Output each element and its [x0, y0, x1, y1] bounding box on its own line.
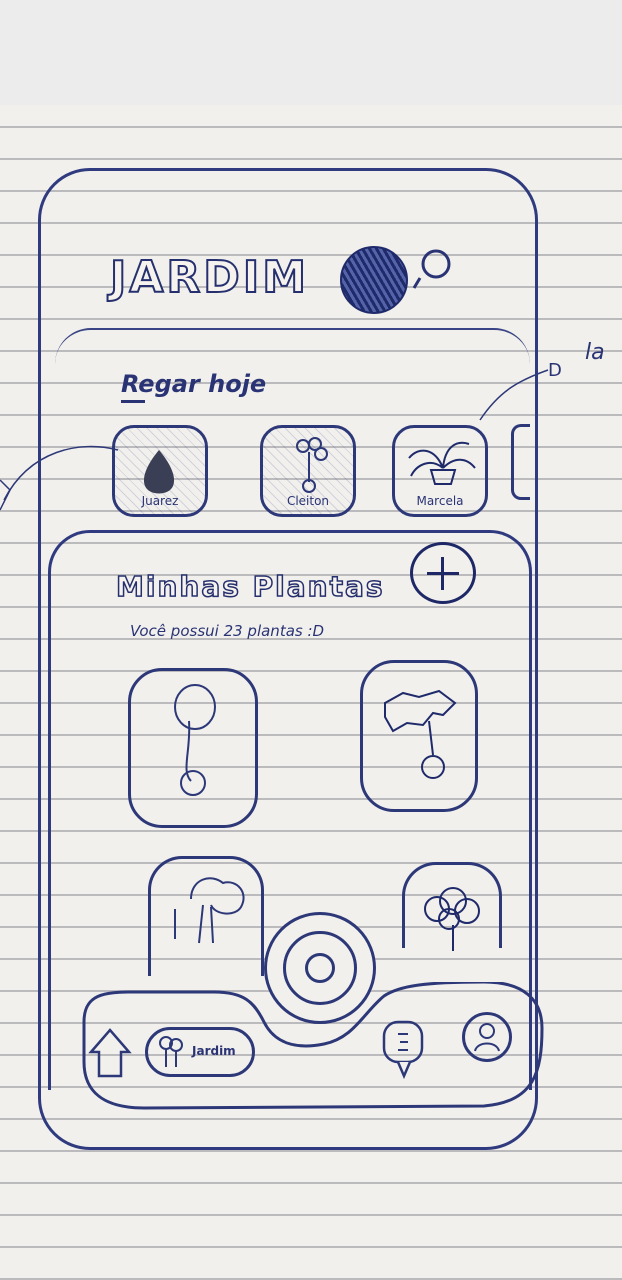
round-tree-icon: [424, 887, 480, 951]
favorite-plant-juarez[interactable]: Juarez: [112, 425, 208, 517]
add-plant-button[interactable]: [410, 542, 476, 604]
favorite-plant-marcela[interactable]: Marcela: [392, 425, 488, 517]
camera-scan-button[interactable]: [264, 912, 376, 1024]
tab-jardim-label: Jardim: [192, 1044, 236, 1058]
water-today-section: Regar hoje Juarez Cleiton Marcela: [55, 328, 530, 540]
annotation-letter: D: [548, 360, 562, 381]
plant-card[interactable]: [128, 668, 258, 828]
chat-icon[interactable]: [380, 1016, 426, 1080]
app-title: JARDIM: [109, 251, 309, 304]
favorite-label: Cleiton: [286, 494, 330, 508]
header: JARDIM: [68, 246, 488, 316]
tab-profile[interactable]: [462, 1012, 512, 1062]
my-plants-title: Minhas Plantas: [115, 569, 385, 604]
garden-icon: [159, 1036, 183, 1067]
plant-sketch-icon: [384, 689, 457, 779]
bonsai-icon: [174, 877, 245, 944]
water-today-heading: Regar hoje: [121, 370, 267, 398]
home-icon[interactable]: [87, 1024, 133, 1080]
heading-underline: [121, 400, 145, 403]
plant-card[interactable]: [360, 660, 478, 812]
plant-card[interactable]: [148, 856, 264, 976]
search-icon[interactable]: [412, 246, 460, 294]
plant-card[interactable]: [402, 862, 502, 951]
plant-sketch-icon: [174, 684, 216, 796]
plants-count-text: Você possui 23 plantas :D: [130, 622, 325, 640]
paper-top-edge: [0, 0, 622, 105]
profile-icon: [474, 1023, 500, 1052]
user-avatar-icon[interactable]: [340, 246, 408, 314]
tab-jardim[interactable]: Jardim: [145, 1027, 255, 1077]
favorite-label: Juarez: [141, 494, 179, 508]
camera-scan-icon: [305, 953, 335, 983]
favorite-next-peek[interactable]: [511, 424, 530, 500]
favorite-label: Marcela: [416, 494, 464, 508]
favorite-plant-cleiton[interactable]: Cleiton: [260, 425, 356, 517]
annotation-note: la: [585, 340, 605, 365]
